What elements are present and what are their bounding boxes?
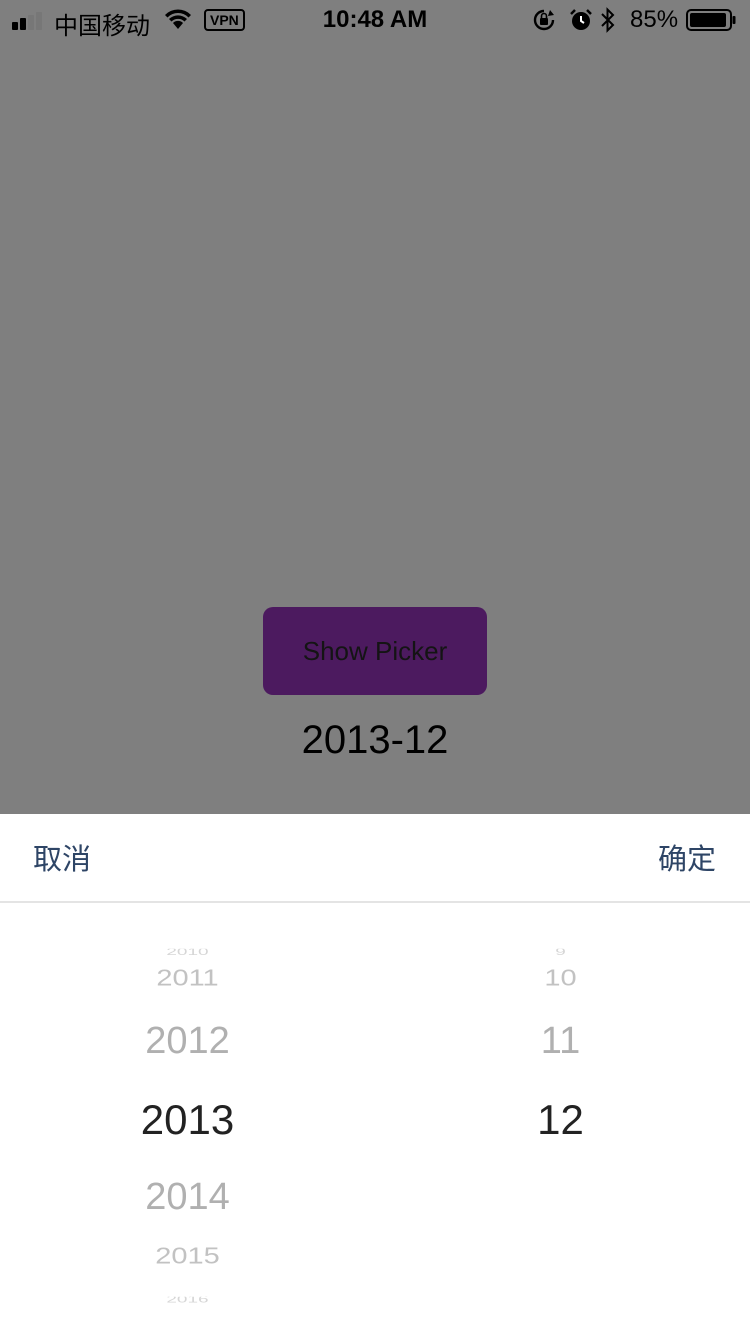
year-wheel[interactable]: 2010 2011 2012 2013 2014 2015 2016 <box>0 902 375 1334</box>
alarm-icon <box>570 9 592 30</box>
month-option[interactable]: 9 <box>373 949 748 956</box>
confirm-button[interactable]: 确定 <box>658 836 716 878</box>
month-option[interactable]: 11 <box>373 1020 748 1063</box>
month-option[interactable]: 10 <box>373 965 748 991</box>
year-option[interactable]: 2012 <box>0 1020 375 1063</box>
battery-percentage: 85% <box>630 6 679 33</box>
year-option[interactable]: 2014 <box>0 1176 375 1219</box>
bluetooth-icon <box>601 7 615 33</box>
selected-date-text: 2013-12 <box>301 718 449 762</box>
month-option-selected[interactable]: 12 <box>373 1096 748 1144</box>
picker-sheet: 取消 确定 2010 2011 2012 2013 2014 2015 2016… <box>0 814 750 1334</box>
month-wheel[interactable]: 9 10 11 12 <box>375 902 750 1334</box>
picker-toolbar: 取消 确定 <box>0 814 750 903</box>
status-bar: 中国移动 VPN 10:48 AM 85% <box>0 0 750 40</box>
cancel-button[interactable]: 取消 <box>33 836 91 878</box>
year-option[interactable]: 2011 <box>0 965 375 991</box>
year-option-selected[interactable]: 2013 <box>0 1096 375 1144</box>
year-option[interactable]: 2016 <box>0 1297 375 1304</box>
orientation-lock-icon <box>533 9 555 31</box>
year-option[interactable]: 2015 <box>0 1243 375 1269</box>
show-picker-button[interactable]: Show Picker <box>263 607 487 695</box>
battery-icon <box>686 9 736 31</box>
year-option[interactable]: 2010 <box>0 949 375 956</box>
